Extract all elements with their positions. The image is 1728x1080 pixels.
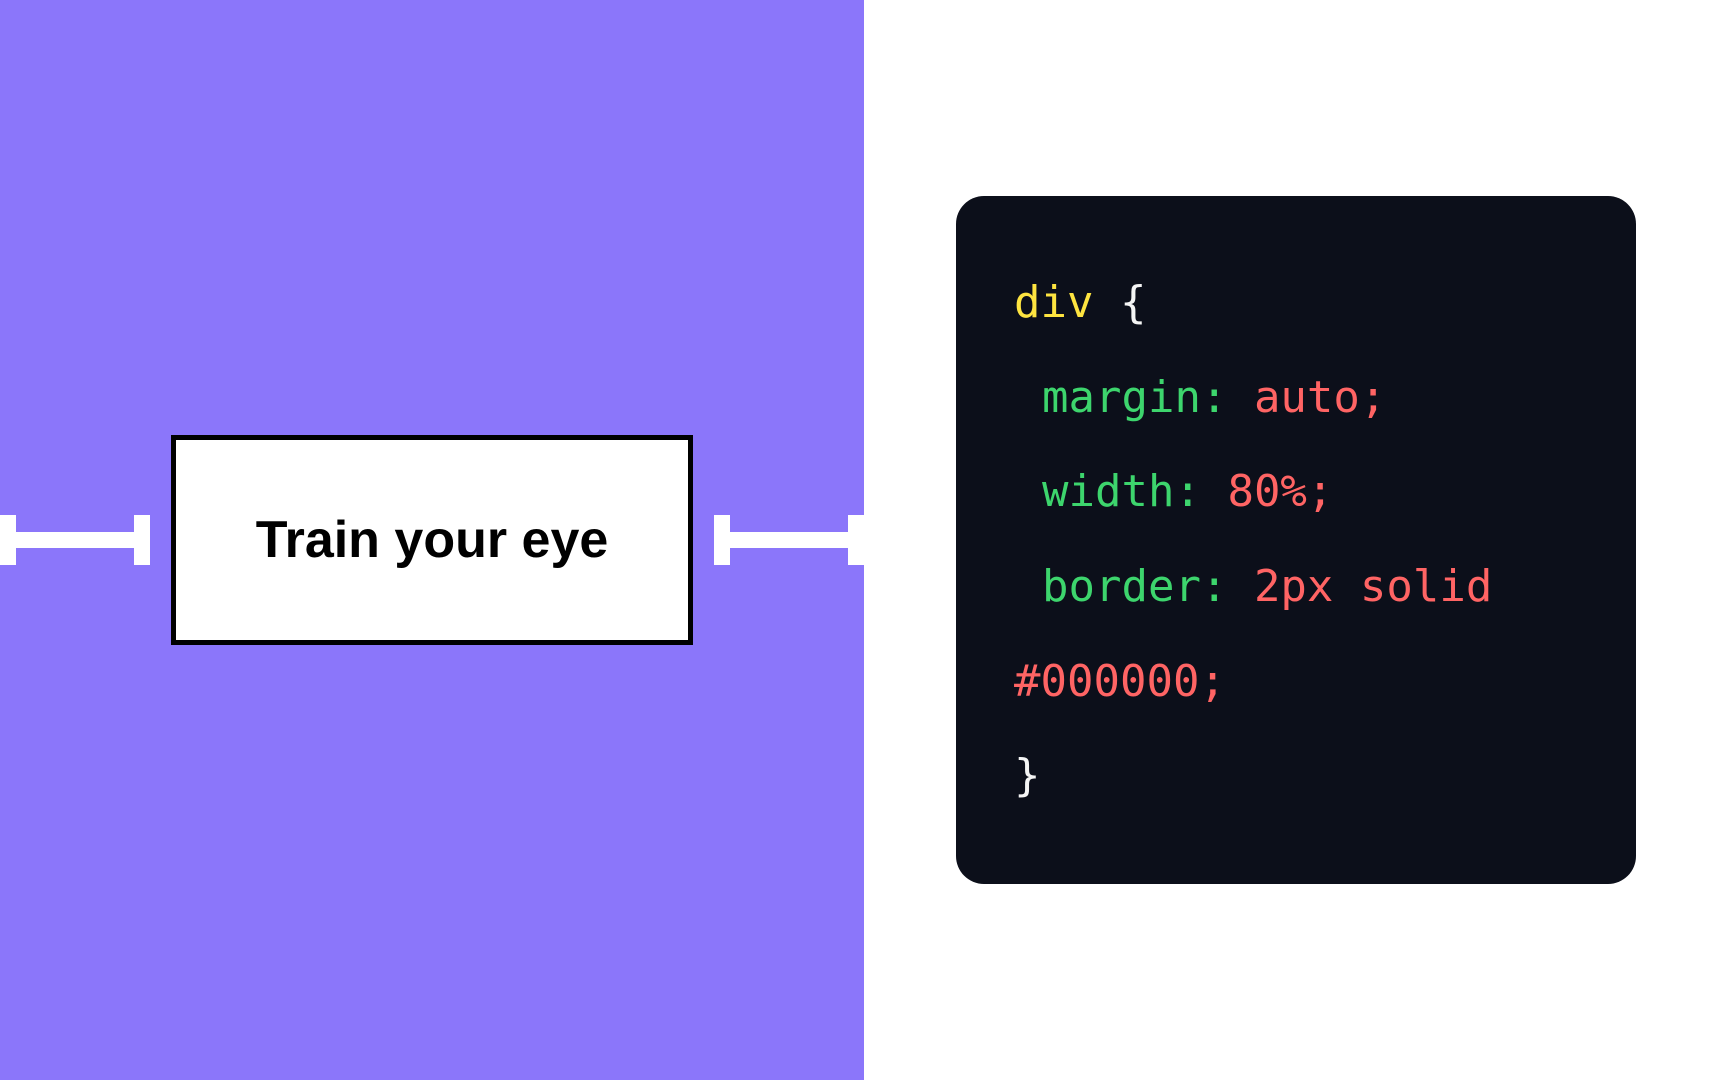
code-line-declaration: margin: auto; [1014,351,1578,446]
margin-cap-right-inner [714,515,730,565]
code-token-property: margin: [1042,372,1227,423]
code-token-brace-open: { [1120,277,1147,328]
code-line-brace-close: } [1014,729,1578,824]
code-line-selector: div { [1014,256,1578,351]
visual-demo-panel: Train your eye [0,0,864,1080]
demo-box-label: Train your eye [256,510,609,570]
code-token-brace-close: } [1014,750,1041,801]
code-block: div { margin: auto; width: 80%; border: … [956,196,1636,884]
code-token-property: border: [1042,561,1227,612]
code-token-property: width: [1042,466,1201,517]
code-line-declaration: width: 80%; [1014,445,1578,540]
margin-cap-left-outer [0,515,16,565]
demo-box: Train your eye [171,435,694,645]
code-line-declaration: border: 2px solid #000000; [1014,540,1578,729]
code-token-value: 80%; [1227,466,1333,517]
margin-cap-right-outer [848,515,864,565]
code-panel: div { margin: auto; width: 80%; border: … [864,0,1728,1080]
margin-indicator-left [0,532,148,548]
margin-cap-left-inner [134,515,150,565]
code-token-value: auto; [1254,372,1386,423]
margin-indicator-right [716,532,864,548]
code-token-selector: div [1014,277,1093,328]
